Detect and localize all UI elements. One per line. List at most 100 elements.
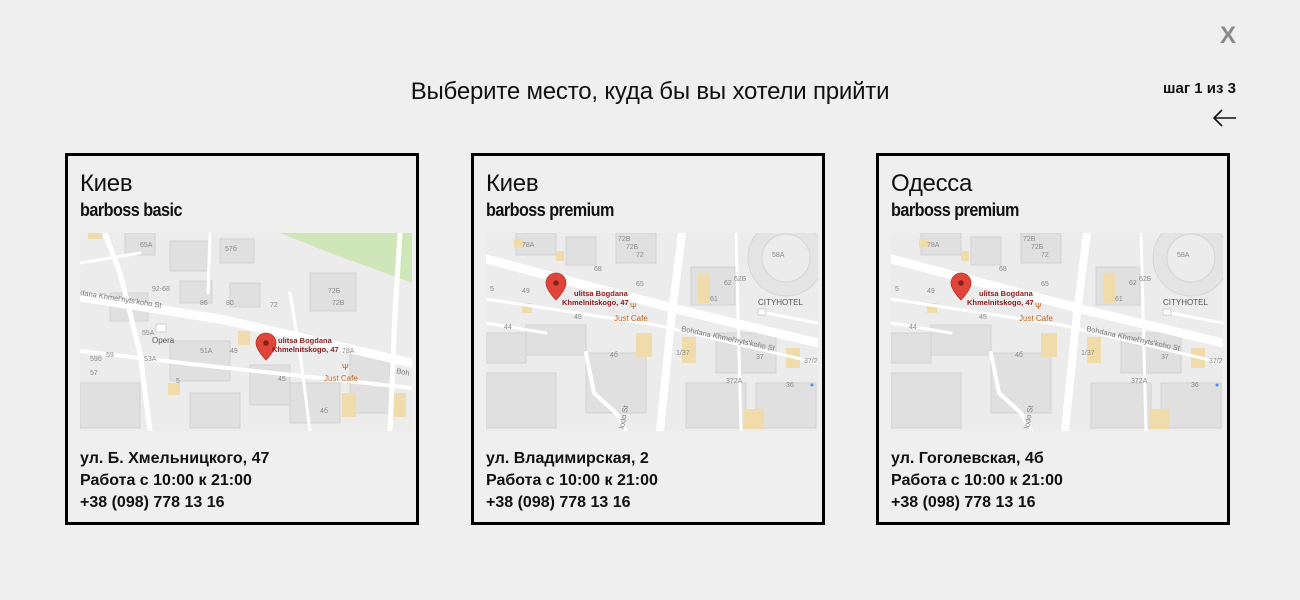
svg-text:72В: 72В [618, 236, 631, 243]
svg-text:5: 5 [490, 286, 494, 293]
svg-text:Ψ: Ψ [342, 363, 349, 372]
location-picker: X Выберите место, куда бы вы хотели прий… [0, 0, 1300, 600]
svg-text:72Б: 72Б [626, 244, 639, 251]
card-hours: Работа с 10:00 к 21:00 [891, 472, 1063, 489]
card-phone[interactable]: +38 (098) 778 13 16 [80, 492, 269, 514]
card-phone[interactable]: +38 (098) 778 13 16 [891, 492, 1063, 514]
svg-text:49: 49 [927, 288, 935, 295]
card-venue-type: barboss basic [80, 200, 182, 220]
location-map[interactable]: dana Khmel'nyts'koho St Boh 65A 57б 92-6… [80, 233, 412, 431]
svg-text:CITYHOTEL: CITYHOTEL [1163, 298, 1208, 307]
svg-text:62Б: 62Б [1139, 276, 1152, 283]
svg-text:37: 37 [756, 354, 764, 361]
svg-text:72Б: 72Б [328, 288, 341, 295]
svg-text:68: 68 [999, 266, 1007, 273]
svg-text:4б: 4б [610, 351, 618, 359]
svg-text:65: 65 [1041, 281, 1049, 288]
svg-text:ulitsa Bogdana: ulitsa Bogdana [574, 289, 629, 298]
svg-text:45: 45 [278, 376, 286, 383]
svg-text:78А: 78А [522, 242, 535, 249]
card-phone[interactable]: +38 (098) 778 13 16 [486, 492, 658, 514]
svg-text:57: 57 [90, 370, 98, 377]
location-card-odesa-premium[interactable]: Одесса barboss premium Bohdana Khmel'nyt… [876, 153, 1230, 525]
svg-text:Khmelnitskogo, 47: Khmelnitskogo, 47 [967, 298, 1034, 307]
card-details: ул. Б. Хмельницкого, 47 Работа с 10:00 к… [80, 448, 269, 514]
svg-text:5: 5 [895, 286, 899, 293]
svg-text:86: 86 [200, 300, 208, 307]
svg-text:45: 45 [979, 314, 987, 321]
svg-text:Khmelnitskogo, 47: Khmelnitskogo, 47 [562, 298, 629, 307]
svg-text:59: 59 [106, 352, 114, 359]
close-button[interactable]: X [1216, 22, 1240, 50]
svg-text:59б: 59б [90, 355, 102, 363]
svg-text:49: 49 [230, 348, 238, 355]
svg-text:65A: 65A [140, 242, 153, 249]
svg-text:92-68: 92-68 [152, 286, 170, 293]
svg-text:62Б: 62Б [734, 276, 747, 283]
location-map[interactable]: Bohdana Khmel'nyts'koho St lodo St 78А 7… [486, 233, 818, 431]
svg-text:58А: 58А [772, 252, 785, 259]
svg-text:Ψ: Ψ [1035, 302, 1042, 311]
card-city: Одесса [891, 170, 973, 197]
card-city: Киев [80, 170, 133, 197]
svg-text:Just Cafe: Just Cafe [324, 374, 358, 383]
step-indicator: шаг 1 из 3 [1163, 80, 1236, 97]
svg-text:36: 36 [1191, 382, 1199, 389]
svg-text:78А: 78А [342, 348, 355, 355]
svg-text:1/37: 1/37 [1081, 350, 1095, 357]
svg-text:72: 72 [1041, 252, 1049, 259]
svg-text:65: 65 [636, 281, 644, 288]
location-card-kyiv-basic[interactable]: Киев barboss basic dana Khmel'nyts'koho … [65, 153, 419, 525]
svg-text:4б: 4б [1015, 351, 1023, 359]
svg-text:72В: 72В [1023, 236, 1036, 243]
svg-text:4б: 4б [320, 407, 328, 415]
svg-text:Just Cafe: Just Cafe [1019, 314, 1053, 323]
svg-text:Khmelnitskogo, 47: Khmelnitskogo, 47 [272, 345, 339, 354]
svg-text:61: 61 [710, 296, 718, 303]
svg-text:72: 72 [636, 252, 644, 259]
card-venue-type: barboss premium [486, 200, 614, 220]
svg-text:72В: 72В [332, 300, 345, 307]
location-card-kyiv-premium[interactable]: Киев barboss premium Bohdana Khmel'nyts'… [471, 153, 825, 525]
svg-text:49: 49 [522, 288, 530, 295]
svg-text:72: 72 [270, 302, 278, 309]
svg-text:44: 44 [909, 324, 917, 331]
svg-text:58А: 58А [1177, 252, 1190, 259]
svg-text:62: 62 [724, 280, 732, 287]
svg-text:CITYHOTEL: CITYHOTEL [758, 298, 803, 307]
poi-opera-icon [155, 323, 167, 333]
svg-text:61: 61 [1115, 296, 1123, 303]
svg-text:53А: 53А [144, 356, 157, 363]
svg-text:45: 45 [574, 314, 582, 321]
svg-text:62: 62 [1129, 280, 1137, 287]
svg-text:72Б: 72Б [1031, 244, 1044, 251]
card-city: Киев [486, 170, 539, 197]
back-button[interactable] [1212, 108, 1238, 128]
svg-text:57б: 57б [225, 245, 237, 253]
arrow-left-icon [1212, 109, 1236, 127]
svg-text:78А: 78А [927, 242, 940, 249]
svg-text:ulitsa Bogdana: ulitsa Bogdana [979, 289, 1034, 298]
svg-text:68: 68 [594, 266, 602, 273]
svg-text:Opera: Opera [152, 336, 175, 345]
location-map[interactable]: Bohdana Khmel'nyts'koho St lodo St 78А 7… [891, 233, 1223, 431]
svg-text:37/2: 37/2 [804, 358, 818, 365]
svg-text:Ψ: Ψ [630, 302, 637, 311]
card-hours: Работа с 10:00 к 21:00 [80, 472, 252, 489]
svg-text:372А: 372А [1131, 378, 1148, 385]
card-address: ул. Владимирская, 2 [486, 450, 649, 467]
card-details: ул. Владимирская, 2 Работа с 10:00 к 21:… [486, 448, 658, 514]
svg-text:80: 80 [226, 300, 234, 307]
svg-text:1/37: 1/37 [676, 350, 690, 357]
card-hours: Работа с 10:00 к 21:00 [486, 472, 658, 489]
svg-text:5: 5 [176, 378, 180, 385]
svg-text:37/2: 37/2 [1209, 358, 1223, 365]
card-details: ул. Гоголевская, 4б Работа с 10:00 к 21:… [891, 448, 1063, 514]
card-address: ул. Б. Хмельницкого, 47 [80, 450, 270, 467]
svg-text:36: 36 [786, 382, 794, 389]
svg-text:ulitsa Bogdana: ulitsa Bogdana [278, 336, 333, 345]
svg-text:37: 37 [1161, 354, 1169, 361]
card-venue-type: barboss premium [891, 200, 1019, 220]
svg-text:Just Cafe: Just Cafe [614, 314, 648, 323]
page-title: Выберите место, куда бы вы хотели прийти [410, 78, 890, 105]
